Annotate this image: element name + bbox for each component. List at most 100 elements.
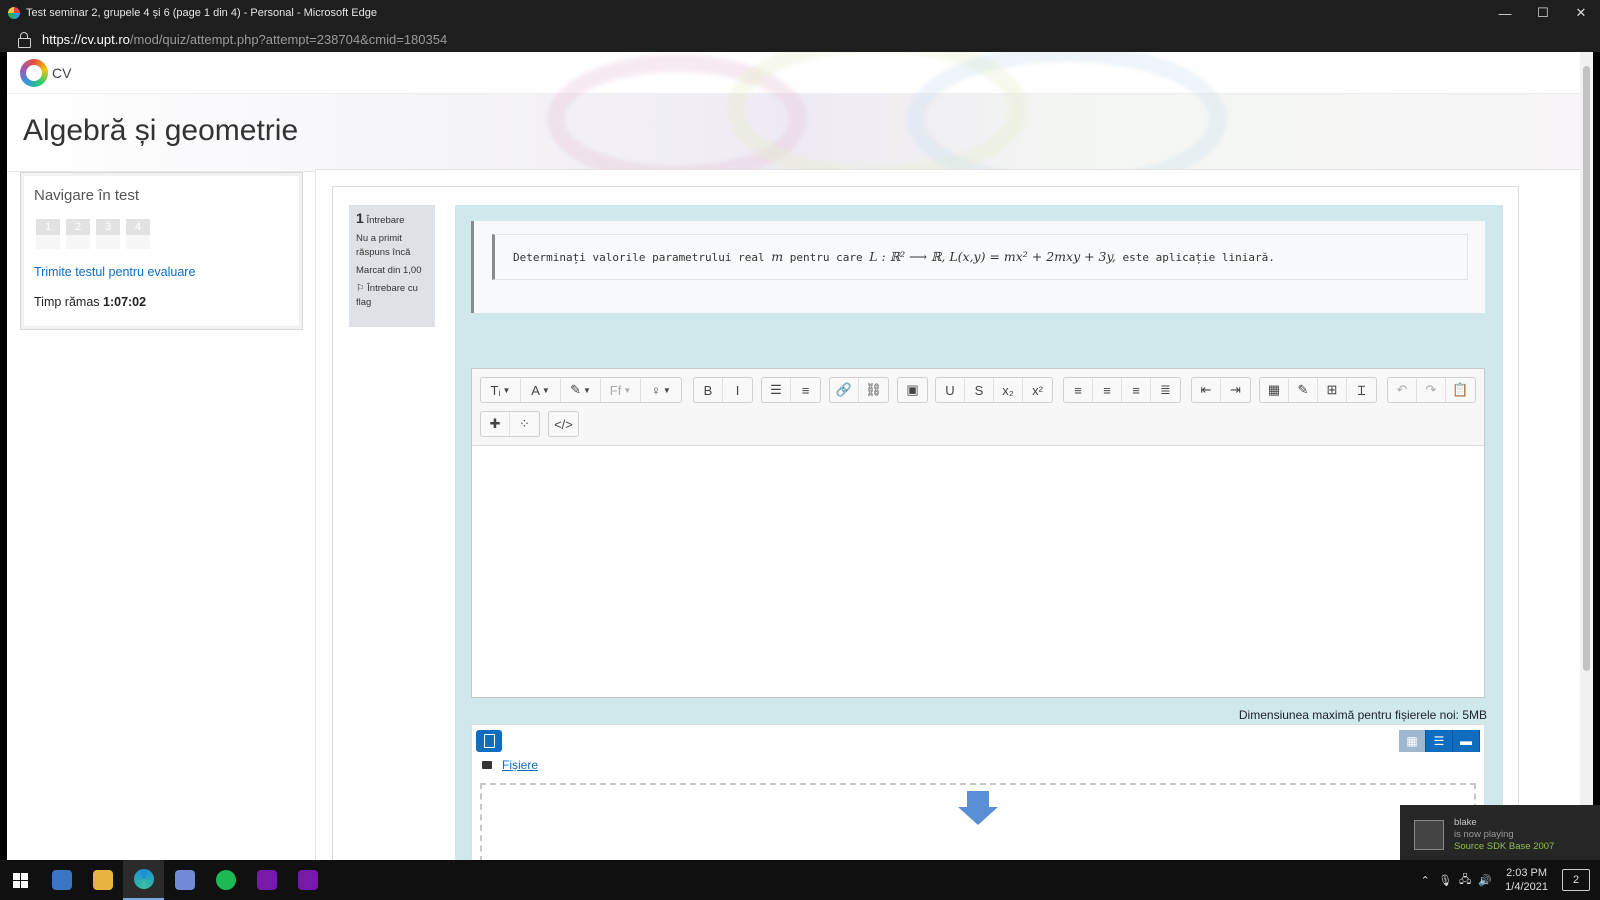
toolbar-group: Tᵢ ▼ A ▼ ✎ ▼ Ff ▼ ♀ ▼ xyxy=(480,377,682,403)
site-name[interactable]: CV xyxy=(52,65,71,81)
question-grade: Marcat din 1,00 xyxy=(356,265,422,276)
folder-path: Fișiere xyxy=(482,758,538,772)
toolbar-group: U Sx₂ x² xyxy=(935,377,1053,403)
paragraph-style-icon[interactable]: Tᵢ ▼ xyxy=(481,378,521,402)
superscript-icon[interactable]: x² xyxy=(1023,378,1052,402)
flag-icon: ⚐ xyxy=(356,283,365,294)
lightbulb-icon[interactable]: ♀ ▼ xyxy=(641,378,681,402)
minimize-button[interactable]: — xyxy=(1486,0,1524,26)
maximize-button[interactable]: ☐ xyxy=(1524,0,1562,26)
close-button[interactable]: ✕ xyxy=(1562,0,1600,26)
microphone-icon[interactable]: 🎙 xyxy=(1435,874,1455,887)
align-justify-icon[interactable]: ≣ xyxy=(1151,378,1180,402)
edit-icon[interactable]: ✎ xyxy=(1289,378,1318,402)
view-switcher: ▦ ☰ ▬ xyxy=(1399,730,1480,752)
folder-link[interactable]: Fișiere xyxy=(502,758,538,772)
bold-icon[interactable]: B xyxy=(694,378,723,402)
link-icon[interactable]: 🔗 xyxy=(830,378,859,402)
network-icon[interactable]: 🖧 xyxy=(1455,871,1475,890)
clear-format-icon[interactable]: Ɪ xyxy=(1347,378,1376,402)
align-left-icon[interactable]: ≡ xyxy=(1064,378,1093,402)
site-logo-icon[interactable] xyxy=(20,58,48,87)
toolbar-group: ↶ ↷ 📋 xyxy=(1387,377,1476,403)
ordered-list-icon[interactable]: ≡ xyxy=(791,378,820,402)
scrollbar-thumb[interactable] xyxy=(1583,66,1590,671)
steam-notification[interactable]: blake is now playing Source SDK Base 200… xyxy=(1400,805,1600,863)
submit-test-link[interactable]: Trimite testul pentru evaluare xyxy=(34,265,195,279)
italic-icon[interactable]: I xyxy=(723,378,752,402)
question-text-box: Determinați valorile parametrului real m… xyxy=(471,221,1485,313)
toolbar-group: ☰ ≡ xyxy=(761,377,821,403)
add-file-button[interactable] xyxy=(476,730,502,752)
screenreader-icon[interactable]: ⁘ xyxy=(510,412,539,436)
toolbar-group: ≡ ≡ ≡ ≣ xyxy=(1063,377,1181,403)
action-center-button[interactable]: 2 xyxy=(1562,869,1590,891)
time-value: 1:07:02 xyxy=(103,295,147,309)
undo-icon[interactable]: ↶ xyxy=(1388,378,1417,402)
lock-icon xyxy=(18,32,31,48)
align-right-icon[interactable]: ≡ xyxy=(1122,378,1151,402)
font-family-icon[interactable]: Ff ▼ xyxy=(601,378,641,402)
subscript-icon[interactable]: x₂ xyxy=(994,378,1023,402)
view-tree-button[interactable]: ▬ xyxy=(1453,730,1480,752)
taskbar-app-1[interactable] xyxy=(41,860,82,900)
unordered-list-icon[interactable]: ☰ xyxy=(762,378,791,402)
question-buttons: 1 2 3 4 xyxy=(36,219,150,249)
main-region: 1 Întrebare Nu a primit răspuns încă Mar… xyxy=(315,169,1580,860)
table-icon[interactable]: ⊞ xyxy=(1318,378,1347,402)
file-manager: ▦ ☰ ▬ Fișiere xyxy=(471,724,1485,860)
editor-toolbar: Tᵢ ▼ A ▼ ✎ ▼ Ff ▼ ♀ ▼ B I ☰ ≡ 🔗 ⛓ ▣ U Sx₂ x² ≡ ≡ ≡ ≣ ⇤ ⇥ ▦ ✎ ⊞ Ɪ ↶ ↷ 📋 ✚ ⁘… xyxy=(472,369,1484,446)
highlight-icon[interactable]: ✎ ▼ xyxy=(561,378,601,402)
chevron-up-icon[interactable]: ⌃ xyxy=(1415,874,1435,887)
image-icon[interactable]: ▣ xyxy=(898,378,927,402)
equation-icon[interactable]: ▦ xyxy=(1260,378,1289,402)
clock[interactable]: 2:03 PM 1/4/2021 xyxy=(1505,866,1548,894)
flag-question-toggle[interactable]: ⚐ Întrebare cu flag xyxy=(356,282,428,310)
url-text[interactable]: https://cv.upt.ro/mod/quiz/attempt.php?a… xyxy=(42,32,447,47)
toolbar-group: ✚ ⁘ xyxy=(480,411,540,437)
question-button-1[interactable]: 1 xyxy=(36,219,60,249)
address-bar[interactable]: https://cv.upt.ro/mod/quiz/attempt.php?a… xyxy=(0,26,1600,52)
file-dropzone[interactable] xyxy=(480,783,1476,860)
font-color-icon[interactable]: A ▼ xyxy=(521,378,561,402)
question-button-4[interactable]: 4 xyxy=(126,219,150,249)
view-list-button[interactable]: ☰ xyxy=(1426,730,1453,752)
toolbar-group: ▣ xyxy=(897,377,928,403)
title-bar: Test seminar 2, grupele 4 și 6 (page 1 d… xyxy=(0,0,1600,26)
html-source-icon[interactable]: </> xyxy=(549,412,578,436)
discord-taskbar[interactable] xyxy=(164,860,205,900)
onenote-taskbar-1[interactable] xyxy=(246,860,287,900)
window-title: Test seminar 2, grupele 4 și 6 (page 1 d… xyxy=(26,7,377,19)
strikethrough-icon[interactable]: S xyxy=(965,378,994,402)
windows-icon xyxy=(13,872,28,888)
question-card: 1 Întrebare Nu a primit răspuns încă Mar… xyxy=(332,186,1519,860)
onenote-taskbar-2[interactable] xyxy=(287,860,328,900)
question-button-3[interactable]: 3 xyxy=(96,219,120,249)
notification-user: blake xyxy=(1454,817,1477,828)
quiz-navigation-block: Navigare în test 1 2 3 4 Trimite testul … xyxy=(20,172,303,330)
view-icons-button[interactable]: ▦ xyxy=(1399,730,1426,752)
page-scrollbar[interactable] xyxy=(1580,52,1593,860)
indent-icon[interactable]: ⇥ xyxy=(1221,378,1250,402)
max-file-size-note: Dimensiunea maximă pentru fișierele noi:… xyxy=(1238,708,1487,722)
align-center-icon[interactable]: ≡ xyxy=(1093,378,1122,402)
outdent-icon[interactable]: ⇤ xyxy=(1192,378,1221,402)
paste-icon[interactable]: 📋 xyxy=(1446,378,1475,402)
accessibility-icon[interactable]: ✚ xyxy=(481,412,510,436)
system-tray: ⌃ 🎙 🖧 🔊 2:03 PM 1/4/2021 2 xyxy=(1415,860,1600,900)
notification-status: is now playing xyxy=(1454,829,1514,840)
toolbar-group: ⇤ ⇥ xyxy=(1191,377,1251,403)
file-explorer[interactable] xyxy=(82,860,123,900)
edge-taskbar[interactable] xyxy=(123,860,164,900)
answer-text-area[interactable] xyxy=(472,446,1484,697)
unlink-icon[interactable]: ⛓ xyxy=(859,378,888,402)
math-formula: L : ℝ² ⟶ ℝ, L(x,y) = mx² + 2mxy + 3y, xyxy=(869,249,1116,264)
toolbar-group: BI xyxy=(693,377,753,403)
start-button[interactable] xyxy=(0,860,41,900)
question-button-2[interactable]: 2 xyxy=(66,219,90,249)
spotify-taskbar[interactable] xyxy=(205,860,246,900)
underline-icon[interactable]: U xyxy=(936,378,965,402)
volume-icon[interactable]: 🔊 xyxy=(1475,874,1495,887)
answer-editor: Tᵢ ▼ A ▼ ✎ ▼ Ff ▼ ♀ ▼ B I ☰ ≡ 🔗 ⛓ ▣ U Sx₂ x² ≡ ≡ ≡ ≣ ⇤ ⇥ ▦ ✎ ⊞ Ɪ ↶ ↷ 📋 ✚ ⁘… xyxy=(471,368,1485,698)
redo-icon[interactable]: ↷ xyxy=(1417,378,1446,402)
